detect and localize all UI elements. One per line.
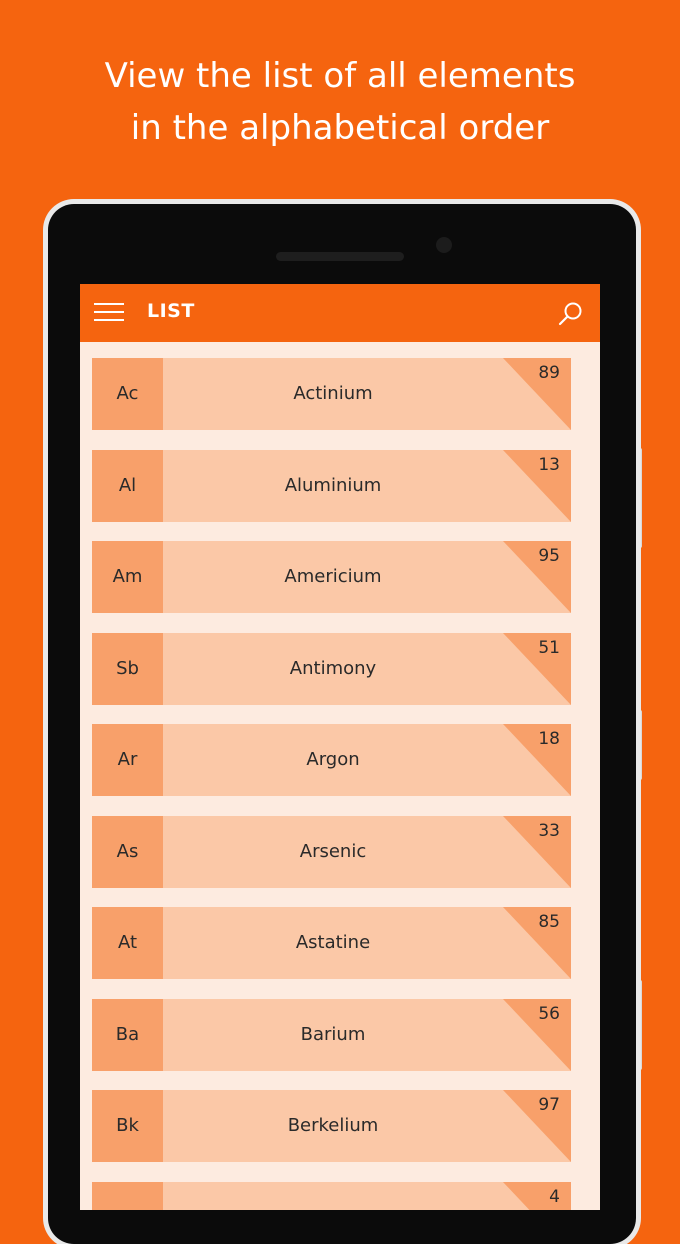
app-screen: LIST Ac Actinium 89 Al Aluminium 13 Am Americiu… (80, 284, 600, 1210)
search-icon[interactable] (558, 300, 584, 326)
corner-triangle (503, 1181, 571, 1210)
element-symbol: Am (92, 541, 163, 613)
promo-line-1: View the list of all elements (104, 56, 576, 96)
element-symbol: At (92, 907, 163, 979)
element-name: Berkelium (287, 1115, 379, 1136)
promo-headline: View the list of all elements in the alp… (0, 50, 680, 154)
corner-triangle (503, 541, 571, 613)
element-list-item[interactable]: Ar Argon 18 (92, 724, 571, 796)
element-list-item[interactable]: At Astatine 85 (92, 907, 571, 979)
app-bar: LIST (80, 284, 600, 342)
element-symbol: Bk (92, 1090, 163, 1162)
element-list-item[interactable]: Al Aluminium 13 (92, 449, 571, 522)
element-name: Arsenic (299, 840, 367, 862)
corner-triangle (503, 998, 571, 1071)
element-symbol: Sb (92, 632, 163, 705)
element-name: Antimony (289, 657, 377, 679)
element-name: Actinium (293, 383, 373, 404)
atomic-number: 85 (538, 912, 560, 932)
element-name: Americium (284, 566, 382, 587)
element-list-item[interactable]: 4 (92, 1181, 571, 1211)
corner-triangle (503, 724, 571, 796)
corner-triangle (503, 907, 571, 979)
atomic-number: 95 (538, 546, 560, 566)
element-symbol: Ar (92, 724, 163, 796)
element-symbol: As (92, 815, 163, 888)
promo-line-2: in the alphabetical order (130, 108, 550, 148)
phone-camera (436, 237, 452, 253)
atomic-number: 33 (538, 820, 560, 841)
corner-triangle (503, 449, 571, 522)
atomic-number: 56 (538, 1003, 560, 1024)
element-name: Argon (306, 749, 360, 770)
atomic-number: 97 (538, 1095, 560, 1115)
corner-triangle (503, 815, 571, 888)
atomic-number: 13 (538, 454, 560, 475)
corner-triangle (503, 1090, 571, 1162)
element-symbol: Al (92, 449, 163, 522)
corner-triangle (503, 632, 571, 705)
atomic-number: 51 (538, 637, 560, 658)
phone-side-button (636, 448, 642, 548)
phone-speaker (276, 252, 404, 261)
atomic-number: 89 (538, 363, 560, 383)
element-name (163, 1182, 503, 1211)
element-symbol (92, 1181, 163, 1210)
element-name: Astatine (295, 932, 371, 953)
element-symbol: Ac (92, 358, 163, 430)
hamburger-menu-icon[interactable] (94, 303, 124, 323)
element-list-item[interactable]: Bk Berkelium 97 (92, 1090, 571, 1162)
element-list-item[interactable]: As Arsenic 33 (92, 815, 571, 888)
element-symbol: Ba (92, 998, 163, 1071)
atomic-number: 18 (538, 729, 560, 749)
phone-side-button (636, 980, 642, 1070)
element-list-item[interactable]: Ba Barium 56 (92, 998, 571, 1071)
element-list: Ac Actinium 89 Al Aluminium 13 Am Americium 95 Sb… (92, 358, 572, 1210)
element-list-item[interactable]: Ac Actinium 89 (92, 358, 571, 430)
atomic-number: 4 (549, 1186, 560, 1207)
corner-triangle (503, 358, 571, 430)
element-name: Barium (300, 1023, 366, 1045)
element-name: Aluminium (284, 474, 382, 496)
element-list-item[interactable]: Am Americium 95 (92, 541, 571, 613)
page-title: LIST (147, 300, 195, 322)
phone-side-button (636, 710, 642, 780)
element-list-item[interactable]: Sb Antimony 51 (92, 632, 571, 705)
